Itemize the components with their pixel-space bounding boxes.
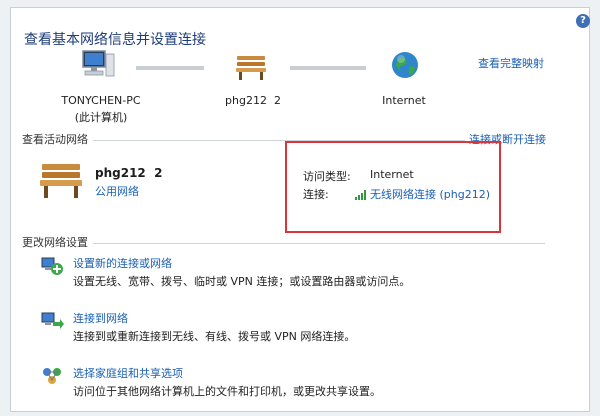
task-setup-connection-desc: 设置无线、宽带、拨号、临时或 VPN 连接；或设置路由器或访问点。 [73,275,411,288]
active-networks-heading: 查看活动网络 [22,133,88,146]
change-divider [93,243,545,244]
active-network-name: phg212 2 [95,166,163,180]
task-setup-connection-link[interactable]: 设置新的连接或网络 [73,255,172,271]
task-homegroup-desc: 访问位于其他网络计算机上的文件和打印机，或更改共享设置。 [73,385,381,398]
connection-label: 连接: [303,188,329,201]
page-title: 查看基本网络信息并设置连接 [24,32,206,48]
map-connector-2 [290,66,366,70]
network-type-link[interactable]: 公用网络 [95,183,139,199]
active-network-bench-icon [38,160,84,204]
internet-label: Internet [382,94,426,107]
setup-connection-icon [40,255,64,277]
globe-icon [390,50,420,84]
connect-network-icon [40,310,64,332]
change-settings-heading: 更改网络设置 [22,236,88,249]
computer-name: TONYCHEN-PC [61,94,141,107]
help-icon[interactable]: ? [576,14,590,28]
computer-subtitle: (此计算机) [74,111,128,124]
homegroup-icon [40,365,64,387]
task-homegroup-link[interactable]: 选择家庭组和共享选项 [73,365,183,381]
access-type-label: 访问类型: [303,170,351,183]
view-full-map-link[interactable]: 查看完整映射 [478,55,544,71]
computer-icon [80,48,116,88]
wifi-signal-icon [355,186,367,205]
access-type-value: Internet [370,168,414,181]
network-map-name: phg212 2 [225,94,281,107]
bench-icon [234,52,268,86]
connection-link[interactable]: 无线网络连接 (phg212) [370,186,490,202]
task-connect-network-desc: 连接到或重新连接到无线、有线、拨号或 VPN 网络连接。 [73,330,356,343]
task-connect-network-link[interactable]: 连接到网络 [73,310,128,326]
map-connector-1 [136,66,204,70]
